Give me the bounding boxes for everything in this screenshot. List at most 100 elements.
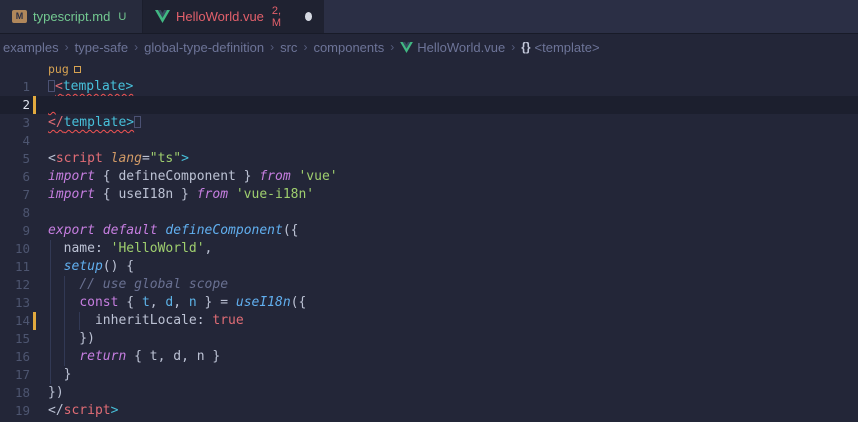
- code-text: }: [38, 366, 71, 384]
- code-editor[interactable]: pug 1<template>2 3 </template> 45 <script l…: [0, 60, 858, 422]
- code-line[interactable]: 6import { defineComponent } from 'vue': [0, 168, 858, 186]
- hint-box-icon: [74, 66, 81, 73]
- code-text: <script lang="ts">: [38, 150, 189, 168]
- breadcrumb-separator: ›: [134, 40, 138, 54]
- template-lang-hint[interactable]: pug: [48, 62, 81, 76]
- code-line[interactable]: 10 name: 'HelloWorld',: [0, 240, 858, 258]
- breadcrumb-label: examples: [3, 40, 59, 55]
- breadcrumb-separator: ›: [390, 40, 394, 54]
- ghost-char-box: [48, 80, 55, 92]
- line-number[interactable]: 5: [0, 150, 30, 168]
- breadcrumb-label: HelloWorld.vue: [417, 40, 505, 55]
- line-number[interactable]: 7: [0, 186, 30, 204]
- code-text: return { t, d, n }: [38, 348, 220, 366]
- code-line[interactable]: 2: [0, 96, 858, 114]
- tab-typescript-md[interactable]: M typescript.md U: [0, 0, 143, 33]
- code-text: export default defineComponent({: [38, 222, 298, 240]
- tab-helloworld-vue[interactable]: HelloWorld.vue 2, M: [143, 0, 324, 33]
- line-number[interactable]: 14: [0, 312, 30, 330]
- line-number[interactable]: 8: [0, 204, 30, 222]
- ghost-char-box: [134, 116, 141, 128]
- unsaved-changes-dot[interactable]: [305, 12, 312, 21]
- line-number[interactable]: 12: [0, 276, 30, 294]
- line-number[interactable]: 4: [0, 132, 30, 150]
- breadcrumb-item-src[interactable]: src: [280, 40, 297, 55]
- gutter-spacer: [30, 366, 38, 384]
- indent-guide: [50, 240, 51, 384]
- code-line[interactable]: 12 // use global scope: [0, 276, 858, 294]
- breadcrumb-item-global-type-definition[interactable]: global-type-definition: [144, 40, 264, 55]
- line-number[interactable]: 16: [0, 348, 30, 366]
- gutter-spacer: [30, 168, 38, 186]
- code-line[interactable]: 13 const { t, d, n } = useI18n({: [0, 294, 858, 312]
- line-number[interactable]: 19: [0, 402, 30, 420]
- gutter-spacer: [30, 402, 38, 420]
- git-modified-marker: [30, 96, 38, 114]
- breadcrumb-item--template-[interactable]: {}<template>: [521, 40, 599, 55]
- breadcrumb-item-components[interactable]: components: [313, 40, 384, 55]
- code-text: inheritLocale: true: [38, 312, 244, 330]
- gutter-spacer: [30, 384, 38, 402]
- editor-tab-bar: M typescript.md U HelloWorld.vue 2, M: [0, 0, 858, 34]
- code-text: </template>: [38, 114, 141, 132]
- breadcrumb-separator: ›: [511, 40, 515, 54]
- code-line[interactable]: 11 setup() {: [0, 258, 858, 276]
- gutter-spacer: [30, 114, 38, 132]
- code-text: setup() {: [38, 258, 134, 276]
- line-number[interactable]: 15: [0, 330, 30, 348]
- line-number[interactable]: 2: [0, 96, 30, 114]
- line-number[interactable]: 13: [0, 294, 30, 312]
- code-line[interactable]: 18}): [0, 384, 858, 402]
- git-status-badge: U: [118, 11, 126, 23]
- indent-guide: [79, 312, 80, 330]
- breadcrumb: examples › type-safe › global-type-definitio…: [0, 34, 858, 60]
- gutter-spacer: [30, 222, 38, 240]
- code-text: }): [38, 330, 95, 348]
- breadcrumb-item-helloworld-vue[interactable]: HelloWorld.vue: [400, 40, 505, 55]
- symbol-braces-icon: {}: [521, 40, 530, 54]
- code-line[interactable]: 14 inheritLocale: true: [0, 312, 858, 330]
- git-modified-marker: [30, 312, 38, 330]
- gutter-spacer: [30, 186, 38, 204]
- gutter-spacer: [30, 294, 38, 312]
- gutter-spacer: [30, 204, 38, 222]
- breadcrumb-label: global-type-definition: [144, 40, 264, 55]
- gutter-spacer: [30, 132, 38, 150]
- code-line[interactable]: 8: [0, 204, 858, 222]
- template-lang-hint-row: pug: [0, 60, 858, 78]
- code-line[interactable]: 9 export default defineComponent({: [0, 222, 858, 240]
- vue-icon: [155, 10, 170, 23]
- line-number[interactable]: 6: [0, 168, 30, 186]
- line-number[interactable]: 17: [0, 366, 30, 384]
- line-number[interactable]: 9: [0, 222, 30, 240]
- line-number[interactable]: 18: [0, 384, 30, 402]
- breadcrumb-item-type-safe[interactable]: type-safe: [75, 40, 128, 55]
- code-line[interactable]: 16 return { t, d, n }: [0, 348, 858, 366]
- vue-icon: [400, 42, 413, 53]
- gutter-spacer: [30, 240, 38, 258]
- code-line[interactable]: 7import { useI18n } from 'vue-i18n': [0, 186, 858, 204]
- code-line[interactable]: 4: [0, 132, 858, 150]
- gutter-spacer: [30, 330, 38, 348]
- code-text: }): [38, 384, 64, 402]
- code-line[interactable]: 19 </script>: [0, 402, 858, 420]
- breadcrumb-separator: ›: [65, 40, 69, 54]
- code-line[interactable]: 3 </template>: [0, 114, 858, 132]
- code-line[interactable]: 5 <script lang="ts">: [0, 150, 858, 168]
- code-text: [38, 132, 48, 150]
- code-line[interactable]: 15 }): [0, 330, 858, 348]
- breadcrumb-item-examples[interactable]: examples: [3, 40, 59, 55]
- line-number[interactable]: 1: [0, 78, 30, 96]
- problems-git-badge: 2, M: [272, 5, 289, 29]
- code-text: // use global scope: [38, 276, 228, 294]
- code-text: name: 'HelloWorld',: [38, 240, 212, 258]
- line-number[interactable]: 11: [0, 258, 30, 276]
- code-line[interactable]: 1<template>: [0, 78, 858, 96]
- code-text: </script>: [38, 402, 118, 420]
- tab-label: typescript.md: [33, 9, 110, 24]
- line-number[interactable]: 3: [0, 114, 30, 132]
- code-line[interactable]: 17 }: [0, 366, 858, 384]
- gutter-spacer: [30, 348, 38, 366]
- line-number[interactable]: 10: [0, 240, 30, 258]
- breadcrumb-label: components: [313, 40, 384, 55]
